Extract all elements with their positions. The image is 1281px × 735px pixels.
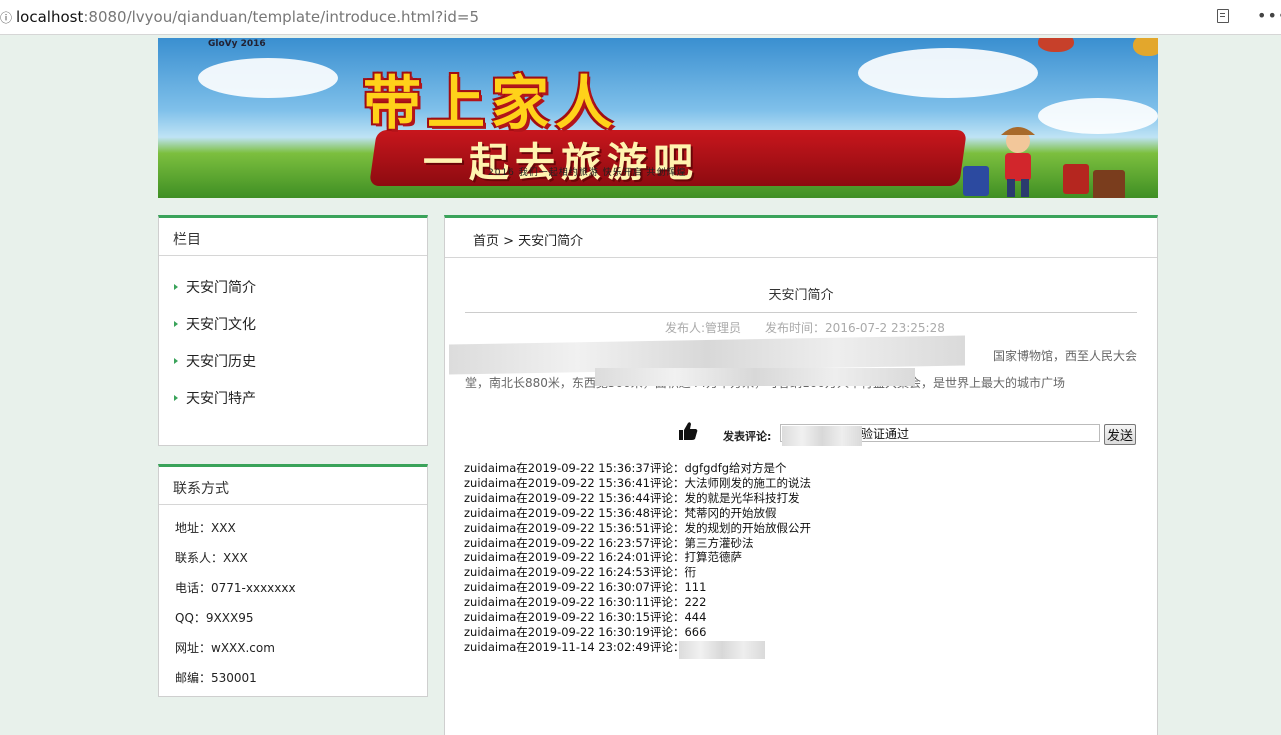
contact-qq: QQ：9XXX95 (175, 611, 254, 625)
suitcase-shape (1093, 170, 1125, 198)
send-button[interactable]: 发送 (1104, 424, 1136, 445)
comment-item: zuidaima在2019-09-22 16:24:01评论：打算范德萨 (464, 550, 742, 565)
traveler-figure (1001, 127, 1035, 197)
comment-item: zuidaima在2019-09-22 15:36:37评论：dgfgdfg给对… (464, 461, 787, 475)
comment-item: zuidaima在2019-09-22 16:23:57评论：第三方灌砂法 (464, 535, 754, 550)
more-icon[interactable]: ••• (1257, 6, 1281, 25)
article-panel: 首页 > 天安门简介 天安门简介 发布人:管理员 发布时间：2016-07-2 2… (444, 215, 1158, 735)
menu-item-label: 天安门简介 (186, 279, 256, 296)
site-banner: GloVy 2016 带上家人 一起去旅游吧 2016 我们一起相约旅游 快乐开… (158, 38, 1158, 198)
menu-item-history[interactable]: 天安门历史 (174, 342, 427, 379)
menu-item-intro[interactable]: 天安门简介 (174, 268, 427, 305)
comment-item: zuidaima在2019-09-22 15:36:44评论：发的就是光华科技打… (464, 490, 800, 505)
url-field[interactable]: localhost:8080/lvyou/qianduan/template/i… (16, 8, 479, 26)
suitcase-shape (963, 166, 989, 196)
comment-item: zuidaima在2019-09-22 15:36:48评论：梵蒂冈的开始放假 (464, 505, 777, 520)
cloud-shape (858, 48, 1038, 98)
article-time: 发布时间：2016-07-2 23:25:28 (765, 321, 945, 335)
category-panel-title: 栏目 (159, 218, 427, 256)
bullet-icon (174, 357, 178, 364)
comment-item: zuidaima在2019-09-22 16:30:19评论：666 (464, 624, 707, 639)
url-path: :8080/lvyou/qianduan/template/introduce.… (83, 8, 479, 26)
contact-list: 地址：XXX 联系人：XXX 电话：0771-xxxxxxx QQ：9XXX95… (159, 505, 427, 697)
breadcrumb[interactable]: 首页 > 天安门简介 (445, 218, 1157, 258)
menu-item-culture[interactable]: 天安门文化 (174, 305, 427, 342)
comment-item: zuidaima在2019-09-22 15:36:51评论：发的规划的开始放假… (464, 520, 811, 535)
banner-title: 带上家人 (363, 69, 620, 137)
balloon-shape (1038, 38, 1074, 52)
comment-form: 发表评论: 发送 (445, 420, 1157, 450)
comment-item: zuidaima在2019-09-22 16:30:07评论：111 (464, 580, 707, 595)
suitcase-shape (1063, 164, 1089, 194)
url-host: localhost (16, 8, 84, 26)
menu-item-label: 天安门特产 (186, 390, 256, 407)
contact-postcode: 邮编：530001 (175, 671, 257, 685)
comment-item: zuidaima在2019-09-22 15:36:41评论：大法师刚发的施工的… (464, 475, 811, 490)
category-panel: 栏目 天安门简介 天安门文化 天安门历史 天安门特产 (158, 215, 428, 446)
contact-phone: 电话：0771-xxxxxxx (175, 581, 296, 595)
redacted-area (782, 426, 862, 446)
balloon-shape (1133, 38, 1158, 56)
comment-item: zuidaima在2019-09-22 16:30:15评论：444 (464, 610, 707, 625)
cloud-shape (198, 58, 338, 98)
browser-address-bar: ⓘ localhost:8080/lvyou/qianduan/template… (0, 0, 1281, 35)
comment-label: 发表评论: (723, 430, 772, 443)
bullet-icon (174, 283, 178, 290)
contact-person: 联系人：XXX (175, 551, 248, 565)
category-menu: 天安门简介 天安门文化 天安门历史 天安门特产 (159, 256, 427, 416)
redacted-area (679, 641, 765, 659)
divider (465, 312, 1137, 313)
info-icon[interactable]: ⓘ (0, 9, 12, 26)
redacted-area (595, 368, 915, 386)
bullet-icon (174, 394, 178, 401)
comment-item: zuidaima在2019-09-22 16:30:11评论：222 (464, 595, 707, 610)
banner-subtitle: 一起去旅游吧 (423, 139, 699, 186)
contact-website: 网址：wXXX.com (175, 641, 275, 655)
article-meta: 发布人:管理员 发布时间：2016-07-2 23:25:28 (665, 319, 945, 336)
comment-list: zuidaima在2019-09-22 15:36:37评论：dgfgdfg给对… (464, 461, 811, 655)
menu-item-label: 天安门文化 (186, 316, 256, 333)
comment-item: zuidaima在2019-09-22 16:24:53评论：衎 (464, 565, 696, 580)
bullet-icon (174, 320, 178, 327)
banner-tagline: 2016 我们一起相约旅游 快乐开启 共创辉煌 (488, 168, 687, 178)
article-publisher: 发布人:管理员 (665, 321, 742, 335)
reader-view-icon[interactable] (1217, 9, 1229, 23)
article-title: 天安门简介 (768, 288, 834, 303)
contact-address: 地址：XXX (175, 521, 236, 535)
contact-panel-title: 联系方式 (159, 467, 427, 505)
menu-item-specialty[interactable]: 天安门特产 (174, 379, 427, 416)
menu-item-label: 天安门历史 (186, 353, 256, 370)
thumbs-up-icon[interactable] (677, 420, 699, 442)
banner-corner-text: GloVy 2016 (208, 39, 266, 49)
cloud-shape (1038, 98, 1158, 134)
contact-panel: 联系方式 地址：XXX 联系人：XXX 电话：0771-xxxxxxx QQ：9… (158, 464, 428, 697)
